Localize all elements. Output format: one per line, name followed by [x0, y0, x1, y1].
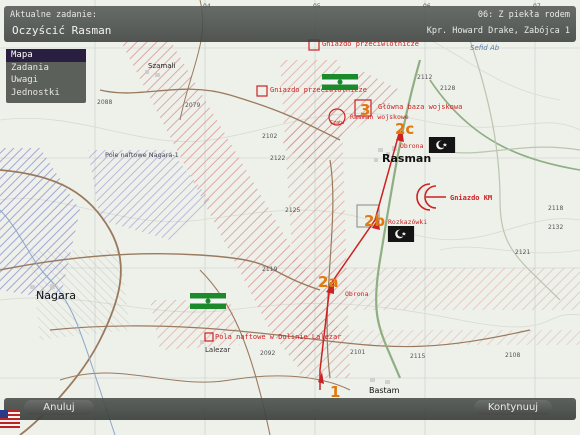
task-name: Oczyścić Rasman	[12, 24, 112, 37]
enemy-flag-2b[interactable]	[383, 226, 419, 242]
place-oil-field-nagara: Pole naftowe Nagara-1	[105, 151, 179, 159]
cancel-button[interactable]: Anuluj	[24, 400, 94, 415]
place-rasman: Rasman	[382, 152, 432, 165]
grid-number: 2128	[440, 85, 455, 92]
continue-button[interactable]: Kontynuuj	[474, 400, 552, 415]
waypoint-2c[interactable]: 2c	[395, 120, 414, 138]
defense-2b-label: Rozkazówki	[388, 218, 428, 226]
military-base-label: Główna baza wojskowa	[378, 103, 463, 111]
waypoint-2b[interactable]: 2b	[364, 212, 385, 230]
grid-number: 2132	[548, 224, 563, 231]
menu-item-units[interactable]: Jednostki	[6, 87, 86, 100]
place-sefid-ab: Sefid Ab	[470, 44, 500, 52]
grid-number: 2092	[260, 350, 275, 357]
defense-2c-label: Obrona	[400, 142, 424, 150]
grid-number: 2121	[515, 249, 530, 256]
mission-time: 06: Z piekła rodem	[477, 10, 570, 20]
task-label: Aktualne zadanie:	[10, 10, 97, 20]
grid-number: 2119	[262, 266, 277, 273]
oil-fields-label: Pola naftowe w Dolinie Lalezar	[215, 333, 342, 341]
place-bastam: Bastam	[369, 386, 400, 395]
place-nagara: Nagara	[36, 289, 76, 302]
place-lalezar: Lalezar	[205, 346, 231, 354]
grid-number: 2122	[270, 155, 285, 162]
car-label: Czatu	[330, 120, 345, 126]
grid-number: 2125	[285, 207, 300, 214]
grid-number: 2115	[410, 353, 425, 360]
grid-number: 2112	[417, 74, 432, 81]
menu-item-notes[interactable]: Uwagi	[6, 74, 86, 87]
grid-number: 2118	[548, 205, 563, 212]
place-szamali: Szamali	[148, 62, 176, 70]
map-menu: Mapa Zadania Uwagi Jednostki	[6, 49, 86, 103]
friendly-flag-nagara[interactable]	[190, 293, 226, 309]
menu-item-map[interactable]: Mapa	[6, 49, 86, 62]
tactical-map[interactable]: 0405060721122102208820792122212521192092…	[0, 0, 580, 435]
enemy-flag-north[interactable]	[322, 74, 358, 90]
mg-nest-label: Gniazdo KM	[450, 194, 493, 202]
waypoint-3[interactable]: 3	[360, 101, 370, 119]
waypoint-2a[interactable]: 2a	[318, 273, 339, 291]
player-name: Kpr. Howard Drake, Zabójca 1	[426, 26, 570, 36]
defense-2a-label: Obrona	[345, 290, 369, 298]
menu-item-tasks[interactable]: Zadania	[6, 62, 86, 75]
grid-number: 2088	[97, 99, 112, 106]
grid-number: 2102	[262, 133, 277, 140]
grid-number: 2101	[350, 349, 365, 356]
enemy-flag-rasman[interactable]	[424, 137, 460, 153]
grid-number: 2108	[505, 352, 520, 359]
grid-number: 2079	[185, 102, 200, 109]
us-flag-icon	[0, 410, 20, 428]
